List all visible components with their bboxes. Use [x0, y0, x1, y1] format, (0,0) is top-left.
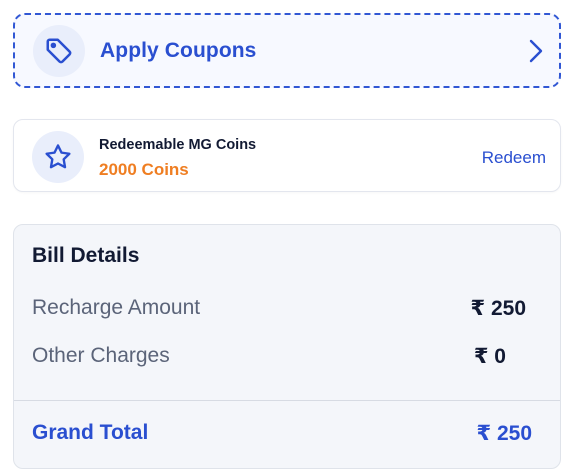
other-charges-value: ₹ 0 [473, 345, 506, 368]
coins-balance: 2000 Coins [99, 160, 189, 179]
tag-icon [46, 38, 72, 64]
star-icon [45, 144, 71, 169]
coins-icon-badge [32, 131, 84, 183]
coupon-icon-badge [33, 25, 85, 77]
apply-coupons-card[interactable]: Apply Coupons [13, 13, 561, 88]
bill-details-card: Bill Details Recharge Amount ₹ 250 Other… [13, 224, 561, 469]
coins-label: Redeemable MG Coins [99, 137, 257, 153]
bill-details-title: Bill Details [32, 244, 140, 267]
recharge-amount-value: ₹ 250 [470, 297, 526, 320]
apply-coupons-label: Apply Coupons [100, 39, 257, 62]
bill-divider [14, 400, 560, 401]
other-charges-label: Other Charges [32, 344, 170, 367]
redeemable-coins-card: Redeemable MG Coins 2000 Coins Redeem [13, 119, 561, 192]
recharge-amount-label: Recharge Amount [32, 296, 201, 319]
grand-total-label: Grand Total [32, 421, 149, 444]
redeem-button[interactable]: Redeem [482, 148, 546, 168]
grand-total-value: ₹ 250 [476, 422, 532, 445]
checkout-summary: Apply Coupons Redeemable MG Coins 2000 C… [0, 0, 576, 470]
chevron-right-icon[interactable] [529, 39, 543, 68]
